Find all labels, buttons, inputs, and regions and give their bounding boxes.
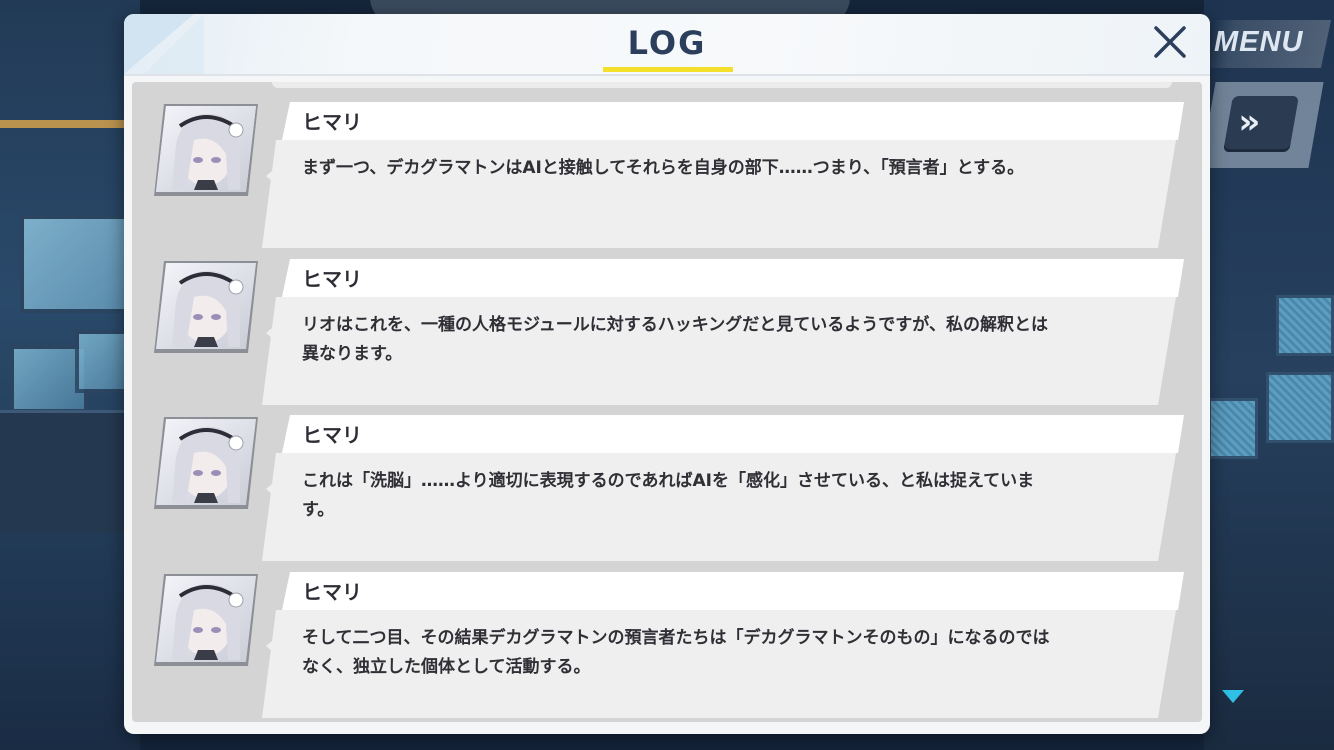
dialogue-text: リオはこれを、一種の人格モジュールに対するハッキングだと見ているようですが、私の… — [302, 315, 1048, 364]
close-button[interactable] — [1152, 22, 1188, 62]
speaker-name: ヒマリ — [302, 423, 362, 447]
avatar — [154, 104, 258, 196]
menu-button[interactable]: MENU — [1214, 26, 1303, 59]
fast-forward-button[interactable]: » — [1223, 96, 1299, 152]
speaker-name: ヒマリ — [302, 580, 362, 604]
header-divider — [124, 74, 1210, 76]
dialogue-text: そして二つ目、その結果デカグラマトンの預言者たちは「デカグラマトンそのもの」にな… — [302, 628, 1050, 677]
log-title: LOG — [627, 24, 707, 62]
speaker-name-bar — [282, 572, 1184, 610]
background-desk — [0, 410, 140, 533]
speaker-name-bar — [282, 259, 1184, 297]
log-entry: ヒマリ まず一つ、デカグラマトンはAIと接触してそれらを自身の部下……つまり、「… — [132, 100, 1202, 250]
dialogue-text: まず一つ、デカグラマトンはAIと接触してそれらを自身の部下……つまり、「預言者」… — [302, 158, 1025, 178]
fast-forward-icon: » — [1238, 102, 1251, 142]
previous-entry-edge — [272, 82, 1172, 88]
background-screen — [1276, 295, 1334, 356]
log-entry: ヒマリ リオはこれを、一種の人格モジュールに対するハッキングだと見ているようです… — [132, 257, 1202, 407]
speaker-name: ヒマリ — [302, 267, 362, 291]
log-header: LOG — [124, 14, 1210, 74]
background-screen — [1266, 372, 1334, 443]
speaker-name-bar — [282, 102, 1184, 140]
background-screen — [1208, 398, 1258, 459]
title-underline — [603, 67, 733, 72]
dialogue-text: これは「洗脳」……より適切に表現するのであればAIを「感化」させている、と私は捉… — [302, 471, 1035, 520]
background-light — [0, 120, 140, 128]
scroll-down-icon[interactable] — [1222, 690, 1244, 703]
close-icon — [1154, 26, 1186, 58]
avatar — [154, 574, 258, 666]
log-list[interactable]: ヒマリ まず一つ、デカグラマトンはAIと接触してそれらを自身の部下……つまり、「… — [132, 82, 1202, 722]
log-entry: ヒマリ そして二つ目、その結果デカグラマトンの預言者たちは「デカグラマトンそのも… — [132, 570, 1202, 720]
log-entry: ヒマリ これは「洗脳」……より適切に表現するのであればAIを「感化」させている、… — [132, 413, 1202, 563]
avatar — [154, 261, 258, 353]
speaker-name-bar — [282, 415, 1184, 453]
log-window: LOG ヒマリ まず一つ、デカグラマトンはAIと接触してそれらを自身の部下……つ… — [124, 14, 1210, 734]
speaker-name: ヒマリ — [302, 110, 362, 134]
avatar — [154, 417, 258, 509]
